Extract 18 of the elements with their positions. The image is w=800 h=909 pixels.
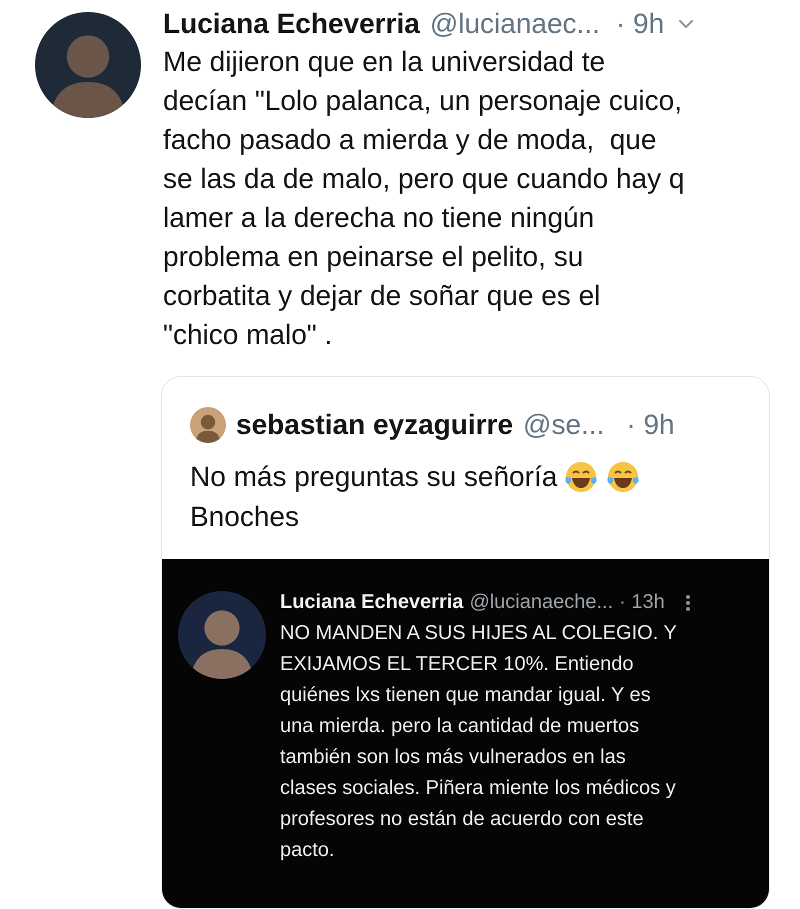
tweet-text: NO MANDEN A SUS HIJES AL COLEGIO. Y EXIJAMOS EL TERCER 10%. Entiendo quiénes lxs tienen que mandar igual. Y es una mierda. pero la cantidad de muertos también son los más vulnerados en las clases sociales. Piñera miente los médicos y profesores no están de acuerdo con este pacto. xyxy=(280,621,678,863)
tweet-text: No más preguntas su señoría xyxy=(190,460,558,494)
laughing-emoji-icon xyxy=(563,459,600,495)
author-name: sebastian eyzaguirre xyxy=(236,409,514,441)
author-handle: @se... xyxy=(523,409,604,441)
tweet-time: · 9h xyxy=(616,8,664,40)
quoted-tweet-card[interactable] xyxy=(161,376,770,909)
author-handle: @lucianaeche... xyxy=(469,591,614,614)
tweet-time: · 13h xyxy=(619,591,665,614)
tweet-text: Me dijieron que en la universidad te decían "Lolo palanca, un personaje cuico, facho pasado a mierda y de moda, que se las da de malo, pero que cuando hay q lamer a la derecha no tiene ningún problema en peinarse el pelito, su corbatita y dejar de soñar que es el "chico malo" . xyxy=(163,45,686,352)
laughing-emoji-icon xyxy=(605,459,642,495)
author-name: Luciana Echeverria xyxy=(280,591,464,614)
avatar xyxy=(190,407,226,443)
tweet-text: Bnoches xyxy=(190,500,300,534)
author-name[interactable]: Luciana Echeverria xyxy=(163,8,420,40)
author-handle: @lucianaec... xyxy=(430,8,600,40)
tweet-time: · 9h xyxy=(626,409,675,441)
more-options-icon xyxy=(684,594,691,612)
